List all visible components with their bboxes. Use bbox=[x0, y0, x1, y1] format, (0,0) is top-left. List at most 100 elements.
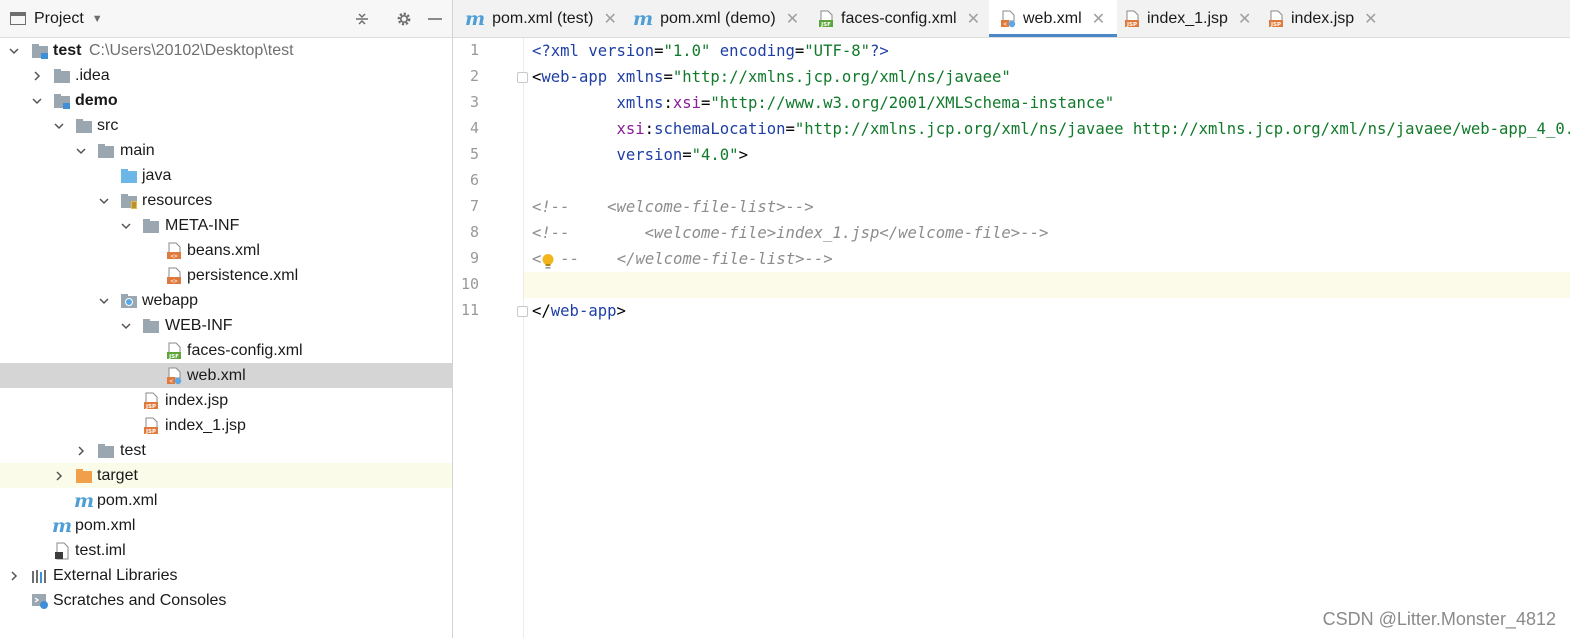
tree-item-web-inf[interactable]: WEB-INF bbox=[0, 313, 452, 338]
project-view-icon bbox=[10, 12, 26, 25]
chevron-down-icon[interactable] bbox=[119, 319, 133, 333]
tree-item-label: External Libraries bbox=[53, 566, 178, 584]
folder-icon bbox=[97, 442, 115, 460]
tree-item-label: webapp bbox=[142, 291, 199, 309]
chevron-right-icon[interactable] bbox=[52, 469, 66, 483]
chevron-down-icon[interactable] bbox=[119, 219, 133, 233]
settings-button[interactable] bbox=[395, 0, 413, 37]
web-xml-file-icon: < bbox=[165, 367, 183, 385]
tab-label: pom.xml (demo) bbox=[660, 9, 776, 27]
tree-item-scratches[interactable]: Scratches and Consoles bbox=[0, 588, 452, 613]
tree-item-idea[interactable]: .idea bbox=[0, 63, 452, 88]
line-number: 11 bbox=[460, 301, 479, 319]
tab-faces-config-xml[interactable]: JSF faces-config.xml ✕ bbox=[817, 0, 980, 37]
tree-item-label: Scratches and Consoles bbox=[53, 591, 227, 609]
collapse-all-button[interactable] bbox=[353, 0, 371, 37]
jsf-file-icon: JSF bbox=[165, 342, 183, 360]
tree-item-label: test bbox=[53, 41, 82, 59]
jsf-file-icon: JSF bbox=[817, 10, 835, 28]
svg-text:<>: <> bbox=[170, 253, 178, 260]
tree-item-demo[interactable]: demo bbox=[0, 88, 452, 113]
tree-item-pom-xml-root[interactable]: m pom.xml bbox=[0, 513, 452, 538]
tab-web-xml[interactable]: < web.xml ✕ bbox=[989, 0, 1118, 37]
libraries-icon bbox=[31, 567, 49, 585]
close-icon[interactable]: ✕ bbox=[967, 9, 980, 29]
resources-folder-icon bbox=[120, 192, 138, 210]
maven-icon: m bbox=[465, 7, 486, 30]
line-number: 3 bbox=[469, 93, 479, 111]
web-xml-file-icon: < bbox=[999, 10, 1017, 28]
tree-item-label: src bbox=[97, 116, 119, 134]
tree-item-label: faces-config.xml bbox=[187, 341, 303, 359]
lightbulb-icon[interactable] bbox=[541, 253, 555, 271]
tree-item-src[interactable]: src bbox=[0, 113, 452, 138]
tree-item-beans-xml[interactable]: <> beans.xml bbox=[0, 238, 452, 263]
code-editor[interactable]: <?xml version="1.0" encoding="UTF-8"?> <… bbox=[524, 38, 1570, 638]
editor-gutter[interactable]: 1 2 3 4 5 6 7 8 9 10 11 bbox=[453, 38, 528, 638]
close-icon[interactable]: ✕ bbox=[1092, 9, 1105, 29]
tree-item-label: test bbox=[120, 441, 146, 459]
editor-area: m pom.xml (test) ✕ m pom.xml (demo) ✕ JS… bbox=[453, 0, 1570, 638]
tab-pom-xml-demo[interactable]: m pom.xml (demo) ✕ bbox=[633, 0, 799, 37]
close-icon[interactable]: ✕ bbox=[603, 9, 616, 29]
tab-index-jsp[interactable]: JSP index.jsp ✕ bbox=[1267, 0, 1378, 37]
chevron-down-icon[interactable] bbox=[97, 194, 111, 208]
tree-item-label: index.jsp bbox=[165, 391, 229, 409]
line-number: 5 bbox=[469, 145, 479, 163]
tree-item-test-root[interactable]: test C:\Users\20102\Desktop\test bbox=[0, 38, 452, 63]
tree-item-test[interactable]: test bbox=[0, 438, 452, 463]
xml-file-icon: <> bbox=[165, 267, 183, 285]
chevron-down-icon[interactable]: ▼ bbox=[92, 13, 103, 25]
minimize-icon bbox=[428, 17, 442, 20]
code-line-9: < -- </welcome-file-list>--> bbox=[532, 250, 833, 268]
tree-item-web-xml[interactable]: < web.xml bbox=[0, 363, 452, 388]
tree-item-label: resources bbox=[142, 191, 213, 209]
close-icon[interactable]: ✕ bbox=[1364, 9, 1377, 29]
xml-file-icon: <> bbox=[165, 242, 183, 260]
close-icon[interactable]: ✕ bbox=[1238, 9, 1251, 29]
tab-pom-xml-test[interactable]: m pom.xml (test) ✕ bbox=[465, 0, 617, 37]
tree-item-index-1-jsp[interactable]: JSP index_1.jsp bbox=[0, 413, 452, 438]
tree-item-external-libraries[interactable]: External Libraries bbox=[0, 563, 452, 588]
tab-index-1-jsp[interactable]: JSP index_1.jsp ✕ bbox=[1123, 0, 1251, 37]
tree-item-label: WEB-INF bbox=[165, 316, 233, 334]
project-view-selector[interactable]: Project ▼ bbox=[10, 0, 103, 37]
chevron-down-icon[interactable] bbox=[97, 294, 111, 308]
tree-item-faces-config-xml[interactable]: JSF faces-config.xml bbox=[0, 338, 452, 363]
hide-panel-button[interactable] bbox=[427, 0, 443, 37]
tree-item-index-jsp[interactable]: JSP index.jsp bbox=[0, 388, 452, 413]
tree-item-resources[interactable]: resources bbox=[0, 188, 452, 213]
folder-icon bbox=[142, 217, 160, 235]
tree-item-meta-inf[interactable]: META-INF bbox=[0, 213, 452, 238]
maven-icon: m bbox=[633, 7, 654, 30]
maven-icon: m bbox=[51, 514, 73, 537]
tree-item-test-iml[interactable]: test.iml bbox=[0, 538, 452, 563]
chevron-right-icon[interactable] bbox=[7, 569, 21, 583]
chevron-down-icon[interactable] bbox=[74, 144, 88, 158]
tree-item-target[interactable]: target bbox=[0, 463, 452, 488]
tree-item-java[interactable]: java bbox=[0, 163, 452, 188]
chevron-down-icon[interactable] bbox=[30, 94, 44, 108]
svg-text:JSP: JSP bbox=[1126, 22, 1137, 28]
chevron-right-icon[interactable] bbox=[74, 444, 88, 458]
chevron-down-icon[interactable] bbox=[7, 44, 21, 58]
gear-icon bbox=[397, 12, 411, 25]
close-icon[interactable]: ✕ bbox=[786, 9, 799, 29]
tree-item-label: test.iml bbox=[75, 541, 126, 559]
tree-item-label: web.xml bbox=[187, 366, 246, 384]
tree-item-main[interactable]: main bbox=[0, 138, 452, 163]
tree-item-persistence-xml[interactable]: <> persistence.xml bbox=[0, 263, 452, 288]
tab-label: faces-config.xml bbox=[841, 9, 957, 27]
tree-item-pom-xml-demo[interactable]: m pom.xml bbox=[0, 488, 452, 513]
chevron-down-icon[interactable] bbox=[52, 119, 66, 133]
code-line-1: <?xml version="1.0" encoding="UTF-8"?> bbox=[532, 42, 889, 60]
tree-item-webapp[interactable]: webapp bbox=[0, 288, 452, 313]
line-number: 6 bbox=[469, 171, 479, 189]
source-folder-icon bbox=[120, 167, 138, 185]
chevron-right-icon[interactable] bbox=[30, 69, 44, 83]
svg-text:JSP: JSP bbox=[145, 429, 156, 435]
collapse-all-icon bbox=[356, 12, 368, 25]
editor-tab-bar: m pom.xml (test) ✕ m pom.xml (demo) ✕ JS… bbox=[453, 0, 1570, 38]
project-panel-title: Project bbox=[34, 9, 84, 27]
line-number: 8 bbox=[469, 223, 479, 241]
